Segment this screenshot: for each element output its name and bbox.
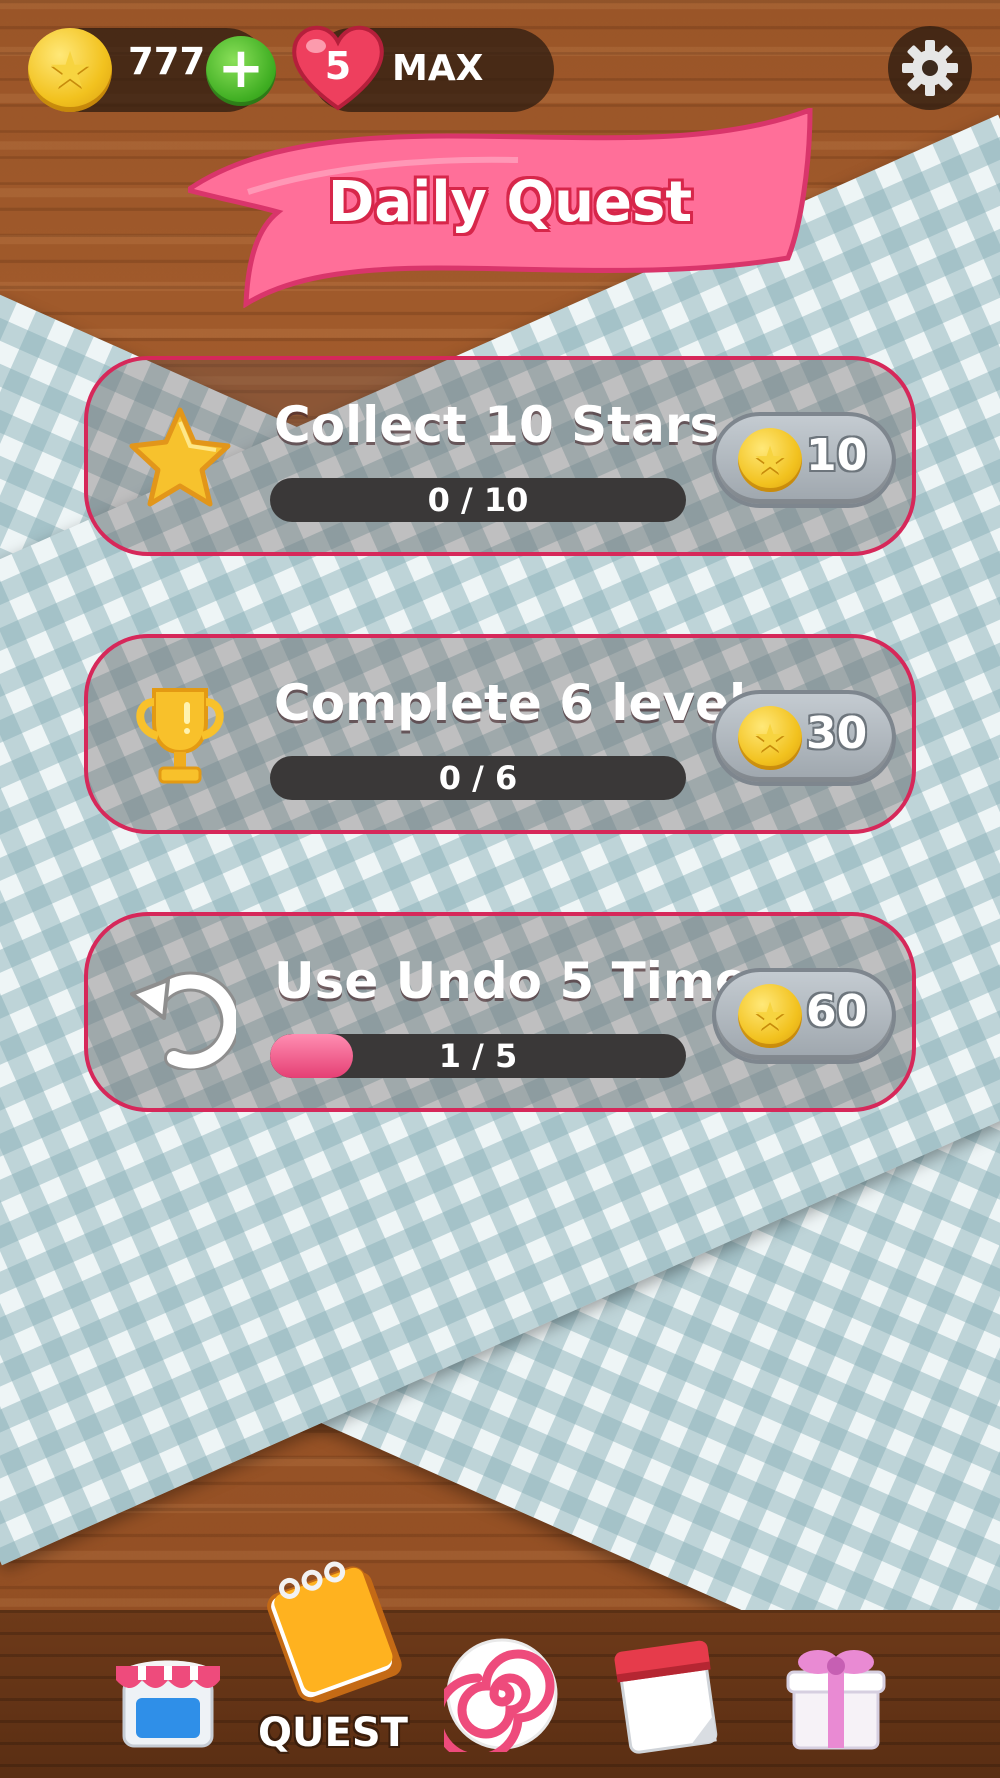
lives-count: 5: [324, 44, 352, 88]
reward-amount: 10: [806, 430, 868, 481]
calendar-icon[interactable]: [606, 1638, 724, 1754]
undo-icon: [130, 971, 236, 1070]
candy-icon[interactable]: [444, 1636, 560, 1752]
gift-icon[interactable]: [780, 1636, 892, 1754]
quest-progress-text: 1 / 5: [438, 1037, 518, 1075]
lives-status: MAX: [392, 48, 484, 89]
reward-amount: 30: [806, 708, 868, 759]
coin-icon: ★: [738, 984, 802, 1048]
coin-icon: ★: [738, 428, 802, 492]
gear-icon: [902, 40, 958, 96]
quest-card: Collect 10 Stars 0 / 10 ★ 10: [84, 356, 916, 556]
settings-button[interactable]: [888, 26, 972, 110]
quest-icon[interactable]: [258, 1554, 408, 1704]
quest-progress-bar: 0 / 6: [270, 756, 686, 800]
trophy-icon: [136, 688, 224, 784]
coin-count: 777: [128, 40, 206, 83]
quest-card: Use Undo 5 Times 1 / 5 ★ 60: [84, 912, 916, 1112]
page-title: Daily Quest: [327, 170, 693, 235]
star-icon: [129, 407, 231, 507]
shop-icon[interactable]: [110, 1640, 226, 1752]
quest-progress-bar: 1 / 5: [270, 1034, 686, 1078]
coin-icon: ★: [28, 28, 112, 112]
nav-label-quest[interactable]: QUEST: [258, 1710, 408, 1756]
reward-button[interactable]: ★ 60: [712, 968, 896, 1064]
add-coins-button[interactable]: +: [206, 36, 276, 106]
quest-progress-text: 0 / 6: [438, 759, 518, 797]
reward-amount: 60: [806, 986, 868, 1037]
quest-progress-text: 0 / 10: [427, 481, 529, 519]
reward-button[interactable]: ★ 30: [712, 690, 896, 786]
quest-card: Complete 6 levels 0 / 6 ★ 30: [84, 634, 916, 834]
coin-icon: ★: [738, 706, 802, 770]
quest-progress-bar: 0 / 10: [270, 478, 686, 522]
reward-button[interactable]: ★ 10: [712, 412, 896, 508]
